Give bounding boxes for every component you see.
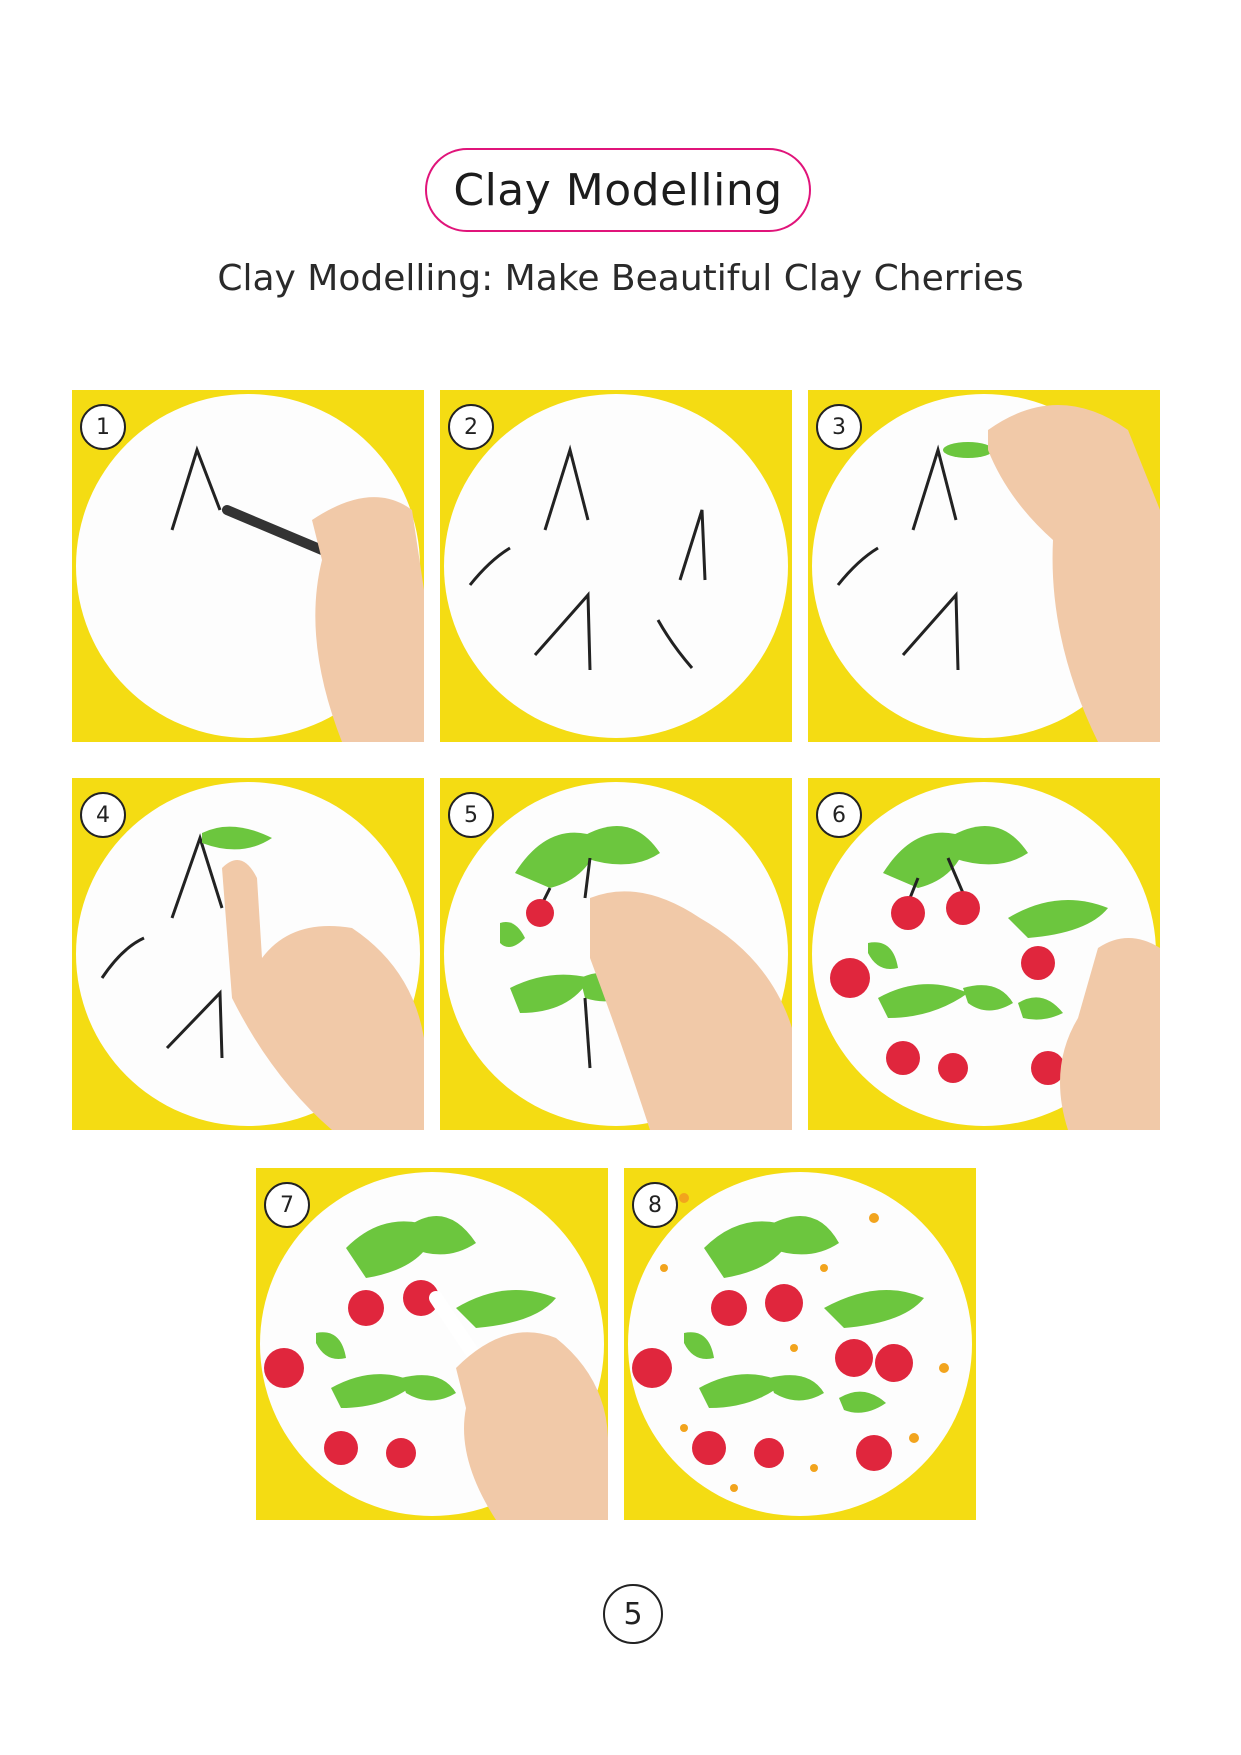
step-number-badge: 8: [632, 1182, 678, 1228]
step-number-badge: 2: [448, 404, 494, 450]
step-4-image: 4: [72, 778, 424, 1130]
step-number-badge: 4: [80, 792, 126, 838]
step-4-illustration: [76, 782, 424, 1130]
title-pill: Clay Modelling: [425, 148, 811, 232]
step-3-image: 3: [808, 390, 1160, 742]
step-1-illustration: [76, 394, 424, 742]
step-5-illustration: [444, 782, 792, 1130]
step-number-badge: 7: [264, 1182, 310, 1228]
step-number-badge: 1: [80, 404, 126, 450]
step-8-illustration: [628, 1172, 972, 1516]
step-number-badge: 3: [816, 404, 862, 450]
step-6-image: 6: [808, 778, 1160, 1130]
step-2-image: 2: [440, 390, 792, 742]
page-title: Clay Modelling: [453, 164, 783, 216]
step-7-image: 7: [256, 1168, 608, 1520]
step-1-image: 1: [72, 390, 424, 742]
step-number-badge: 5: [448, 792, 494, 838]
page-subtitle: Clay Modelling: Make Beautiful Clay Cher…: [217, 258, 1024, 299]
step-5-image: 5: [440, 778, 792, 1130]
step-number-badge: 6: [816, 792, 862, 838]
step-3-illustration: [812, 394, 1160, 742]
step-7-illustration: [260, 1172, 608, 1520]
page-number: 5: [603, 1584, 663, 1644]
step-8-image: 8: [624, 1168, 976, 1520]
step-2-illustration: [444, 394, 788, 738]
step-6-illustration: [812, 782, 1160, 1130]
